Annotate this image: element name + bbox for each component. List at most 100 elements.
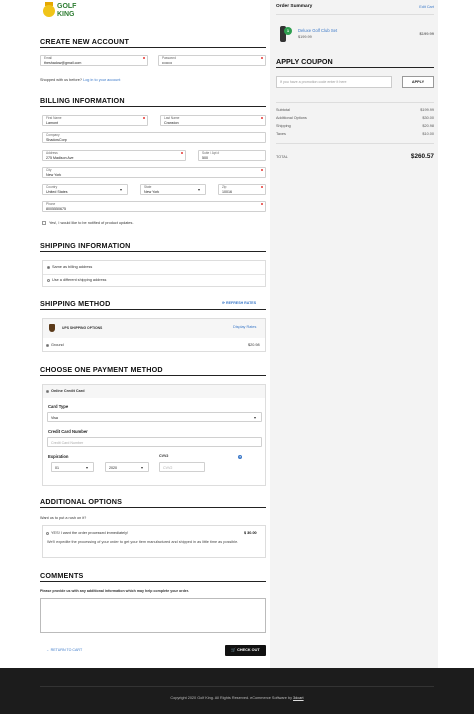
display-rates-link[interactable]: Display Rates [233,325,256,330]
radio-selected-icon[interactable] [46,389,49,393]
rush-option-box: YES! I want the order processed immediat… [42,525,266,558]
additional-options-row: Additional Options $30.00 [276,116,434,121]
chevron-down-icon: ▾ [140,465,143,470]
shipping-value: $20.98 [422,124,434,128]
subtotal-value: $199.99 [420,108,434,112]
cvv-input[interactable]: CVV2 [159,462,205,472]
radio-selected-icon[interactable] [47,265,50,269]
exp-month-value: 01 [55,466,59,470]
rush-question: Want us to put a rush on it? [40,516,87,520]
product-name-link[interactable]: Deluxe Golf Club Set [298,28,337,33]
software-link[interactable]: 3dcart [293,696,304,700]
returning-customer-text: Shopped with us before? Log in to your a… [40,78,120,83]
order-summary-panel: Order Summary Edit Cart 1 Deluxe Golf Cl… [270,0,438,668]
last-name-field[interactable]: Last Name Cranston [160,115,266,126]
coupon-placeholder: If you have a promotion code enter it he… [280,80,347,84]
radio-icon[interactable] [46,531,49,535]
state-select[interactable]: State New York ▾ [140,184,206,195]
divider [276,14,434,15]
company-value: ShadowCorp [46,138,67,142]
radio-icon[interactable] [47,278,50,282]
ups-logo-icon [49,324,55,332]
cvv-label: CVV2 [159,454,169,458]
address-value: 275 Madison Ave [46,156,74,160]
credit-card-label: Online Credit Card [51,389,85,393]
divider [276,102,434,103]
last-name-value: Cranston [164,121,179,125]
ground-price: $20.98 [248,343,260,347]
taxes-label: Taxes [276,132,286,136]
notify-checkbox[interactable] [42,221,46,225]
card-type-select[interactable]: Visa ▾ [47,412,262,422]
return-to-cart-label: RETURN TO CART [50,648,83,652]
shipping-options-box: UPS SHIPPING OPTIONS Display Rates Groun… [42,318,266,352]
card-number-placeholder: Credit Card Number [51,441,84,445]
address-label: Address [46,151,58,155]
divider [40,375,266,376]
city-value: New York [46,173,62,177]
additional-heading: ADDITIONAL OPTIONS [40,497,123,506]
brand-logo[interactable]: GOLF KING [43,2,93,21]
subtotal-row: Subtotal $199.99 [276,108,434,113]
cvv-placeholder: CVV2 [163,466,173,470]
address-field[interactable]: Address 275 Madison Ave [42,150,186,161]
divider [40,686,434,687]
credit-card-option[interactable]: Online Credit Card [46,389,85,394]
country-select[interactable]: Country United States ▾ [42,184,128,195]
email-label: Email [44,56,52,60]
company-field[interactable]: Company ShadowCorp [42,132,266,143]
return-to-cart-link[interactable]: ← RETURN TO CART [46,648,82,653]
first-name-field[interactable]: First Name Lamont [42,115,148,126]
password-label: Password [162,56,176,60]
same-address-option[interactable]: Same as billing address [47,265,92,270]
city-field[interactable]: City New York [42,167,266,178]
divider [40,507,266,508]
country-label: Country [46,185,58,189]
suite-field[interactable]: Suite / Apt # 500 [198,150,266,161]
footer-text: Copyright 2020 Golf King. All Rights Res… [0,696,474,700]
email-field[interactable]: Email theshadow@gmail.com [40,55,148,66]
exp-year-select[interactable]: 2020 ▾ [105,462,149,472]
notify-label: Yes!, I would like to be notified of pro… [49,221,134,225]
arrow-left-icon: ← [46,648,50,652]
different-address-option[interactable]: Use a different shipping address [47,278,106,283]
divider [40,581,266,582]
notify-option[interactable]: Yes!, I would like to be notified of pro… [42,221,134,226]
exp-year-value: 2020 [109,466,117,470]
password-value: •••••••• [162,61,173,65]
card-number-label: Credit Card Number [48,429,88,434]
cart-icon: 🛒 [231,648,237,652]
card-number-input[interactable]: Credit Card Number [47,437,262,447]
required-indicator [143,117,145,119]
zip-field[interactable]: Zip 10016 [218,184,266,195]
coupon-heading: APPLY COUPON [276,57,333,66]
taxes-value: $10.00 [422,132,434,136]
apply-button[interactable]: APPLY [402,76,434,88]
suite-value: 500 [202,156,208,160]
login-link[interactable]: Log in to your account [83,78,120,82]
ground-option[interactable]: Ground [46,343,64,348]
coupon-input[interactable]: If you have a promotion code enter it he… [276,76,392,88]
exp-month-select[interactable]: 01 ▾ [51,462,94,472]
required-indicator [261,203,263,205]
comments-textarea[interactable] [40,598,266,633]
refresh-rates-label: REFRESH RATES [226,301,257,305]
summary-title: Order Summary [276,4,313,9]
shipping-row: Shipping $20.98 [276,124,434,129]
zip-label: Zip [222,185,227,189]
subtotal-label: Subtotal [276,108,290,112]
rush-option[interactable]: YES! I want the order processed immediat… [46,531,128,536]
password-field[interactable]: Password •••••••• [158,55,266,66]
checkout-button[interactable]: 🛒 CHECK OUT [225,645,266,656]
quantity-badge: 1 [284,27,292,35]
phone-field[interactable]: Phone 8005550675 [42,201,266,212]
help-icon[interactable]: ? [238,455,242,459]
divider [40,47,266,48]
total-label: TOTAL [276,155,288,159]
refresh-rates-button[interactable]: ⟳ REFRESH RATES [222,301,256,306]
radio-selected-icon[interactable] [46,343,49,347]
different-address-label: Use a different shipping address [52,278,107,282]
card-type-label: Card Type [48,404,69,409]
refresh-icon: ⟳ [222,301,226,305]
edit-cart-link[interactable]: Edit Cart [419,5,434,9]
